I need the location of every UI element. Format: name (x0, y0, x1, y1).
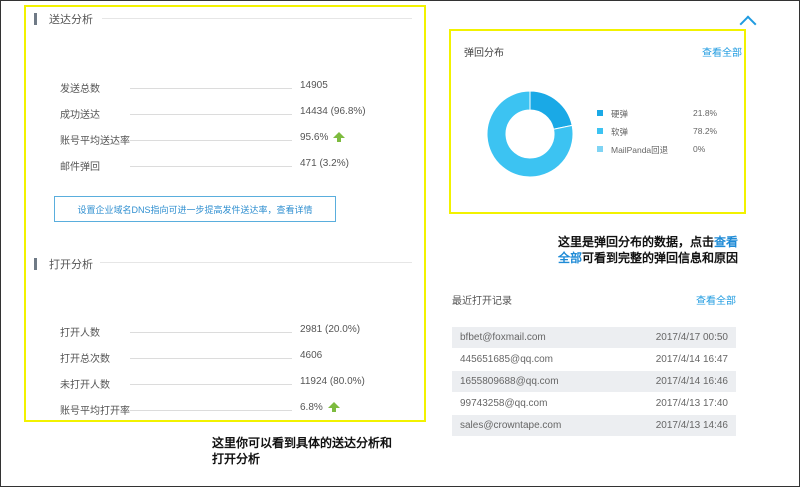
recent-open-email: 99743258@qq.com (460, 398, 548, 409)
recent-open-row[interactable]: 99743258@qq.com 2017/4/13 17:40 (452, 393, 736, 414)
highlight-box-left (24, 5, 426, 422)
bounce-annotation: 这里是弹回分布的数据，点击查看 全部可看到完整的弹回信息和原因 (558, 234, 768, 266)
recent-open-row[interactable]: sales@crowntape.com 2017/4/13 14:46 (452, 415, 736, 436)
recent-open-time: 2017/4/13 17:40 (655, 398, 728, 409)
recent-open-row[interactable]: bfbet@foxmail.com 2017/4/17 00:50 (452, 327, 736, 348)
annotation-text: 打开分析 (212, 452, 261, 466)
recent-open-row[interactable]: 1655809688@qq.com 2017/4/14 16:46 (452, 371, 736, 392)
recent-open-email: bfbet@foxmail.com (460, 332, 546, 343)
recent-opens-title: 最近打开记录 (452, 296, 512, 307)
annotation-text: 这里是弹回分布的数据，点击 (558, 235, 715, 249)
annotation-link-text: 查看 (714, 235, 739, 249)
recent-open-time: 2017/4/17 00:50 (655, 332, 728, 343)
recent-open-time: 2017/4/13 14:46 (655, 420, 728, 431)
highlight-box-right (449, 29, 746, 214)
recent-opens-view-all-link[interactable]: 查看全部 (696, 292, 736, 307)
recent-open-time: 2017/4/14 16:47 (655, 354, 728, 365)
recent-open-email: 445651685@qq.com (460, 354, 553, 365)
recent-open-email: 1655809688@qq.com (460, 376, 559, 387)
recent-open-email: sales@crowntape.com (460, 420, 562, 431)
annotation-text: 可看到完整的弹回信息和原因 (582, 251, 739, 265)
recent-open-time: 2017/4/14 16:46 (655, 376, 728, 387)
analysis-annotation: 这里你可以看到具体的送达分析和 打开分析 (212, 435, 392, 467)
recent-open-row[interactable]: 445651685@qq.com 2017/4/14 16:47 (452, 349, 736, 370)
annotation-link-text: 全部 (558, 251, 583, 265)
annotation-text: 这里你可以看到具体的送达分析和 (212, 436, 393, 450)
